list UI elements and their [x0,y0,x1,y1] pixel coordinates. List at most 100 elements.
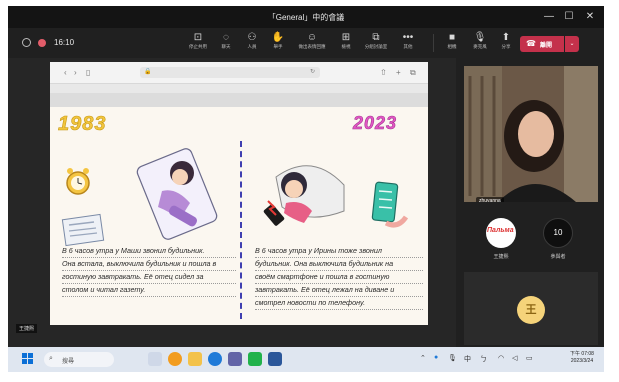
browser-toolbar: ‹ › ▯ 🔒 ↻ ⇧ + ⧉ [50,62,428,84]
chrome-icon[interactable] [168,352,182,366]
back-icon[interactable]: ‹ [64,68,67,77]
phone-icon: ☎ [526,39,536,48]
mic-off-icon: 🎙 [473,32,487,43]
story-line: В 6 часов утра у Ирины тоже звонил [255,245,423,258]
lock-icon: 🔒 [144,69,152,75]
story-line: столом и читал газету. [62,284,236,297]
window-title: 「General」中的會議 [267,13,345,22]
leave-button[interactable]: ☎ 離開 [520,36,564,52]
slide-header-strip [50,93,428,107]
leave-dropdown-button[interactable]: ⌄ [565,36,579,52]
story-line: смотрел новости по телефону. [255,297,423,310]
title-bar: 「General」中的會議 — ☐ ✕ [8,6,604,28]
meeting-timer: 16:10 [54,38,75,47]
toolbar-divider [433,34,434,52]
participant-video[interactable]: zhuyanna [464,66,598,202]
more-icon: ••• [402,32,414,43]
chat-icon: ◌ [223,32,229,43]
raise-hand-icon: ✋ [271,32,285,43]
more-participants-count[interactable]: 10 [543,218,573,248]
story-line: В 6 часов утра у Маши звонил будильник. [62,245,236,258]
wifi-icon[interactable]: ◠ [498,354,504,362]
breakout-rooms-icon: ⧉ [372,32,380,43]
edge-icon[interactable] [208,352,222,366]
story-line: завтракать. Её отец лежал на диване и [255,284,423,297]
maximize-button[interactable]: ☐ [561,9,577,25]
people-button[interactable]: ⚇ 人員 [238,31,266,57]
input-language[interactable]: 中 [464,354,471,364]
file-explorer-icon[interactable] [188,352,202,366]
word-icon[interactable] [268,352,282,366]
story-line: гостиную завтракать. Её отец сидел за [62,271,236,284]
volume-icon[interactable]: ◁ [512,354,517,362]
more-button[interactable]: ••• 其他 [394,31,422,57]
mic-tray-icon[interactable]: 🎙 [448,354,457,362]
story-line: будильник. Она выключила будильник на [255,258,423,271]
self-name-badge: 王捷熙 [16,324,38,333]
participant-name: 參與者 [550,254,566,260]
self-avatar: 王 [517,296,545,324]
share-screen-icon: ⬆ [501,32,511,43]
stop-sharing-button[interactable]: ⊡ 停止共用 [184,31,212,57]
newspaper-icon [61,213,105,247]
avatar-logo: Пальма [487,227,514,234]
new-tab-icon[interactable]: + [396,68,401,77]
story-1983: В 6 часов утра у Маши звонил будильник. … [62,245,236,297]
alarm-clock-icon [66,168,90,195]
search-icon: ⌕ [49,355,53,362]
smartphone-icon [371,181,409,228]
shield-icon [22,38,31,47]
breakout-rooms-button[interactable]: ⧉ 分組討論室 [362,31,390,57]
onedrive-icon[interactable]: ● [434,354,438,361]
mic-button[interactable]: 🎙 麥克風 [466,31,494,57]
keyboard-icon[interactable]: ㄅ [480,354,487,364]
close-button[interactable]: ✕ [582,9,598,25]
battery-icon[interactable]: ▭ [526,354,533,362]
raise-hand-button[interactable]: ✋ 舉手 [264,31,292,57]
girl-with-phone-illustration [263,165,345,226]
camera-icon: ■ [448,32,456,43]
self-view-tile[interactable]: 王 [464,272,598,345]
line-icon[interactable] [248,352,262,366]
taskbar-search[interactable]: ⌕ 搜尋 [44,352,114,367]
reactions-button[interactable]: ☺ 做出表情回應 [298,31,326,57]
forward-icon[interactable]: › [74,68,77,77]
story-line: Она встала, выключила будильник и пошла … [62,258,236,271]
tabs-overview-icon[interactable]: ⧉ [410,68,416,78]
clock-date: 2023/3/24 [570,358,594,364]
sleeping-girl-illustration [136,148,218,240]
share-page-icon[interactable]: ⇧ [380,68,387,77]
camera-button[interactable]: ■ 相機 [438,31,466,57]
story-2023: В 6 часов утра у Ирины тоже звонил будил… [255,245,423,310]
participants-panel: zhuyanna Пальма 王捷熙 10 參與者 王 [456,58,604,347]
view-button[interactable]: ⊞ 檢視 [332,31,360,57]
share-button[interactable]: ⬆ 分享 [492,31,520,57]
windows-taskbar: ⌕ 搜尋 ⌃ ● 🎙 中 ㄅ ◠ ◁ ▭ 下午 07:08 2023/3/24 [8,347,604,372]
shared-content-stage: ‹ › ▯ 🔒 ↻ ⇧ + ⧉ 1983 2023 В 6 часов утра… [8,58,456,347]
browser-tab-strip [50,84,428,93]
video-feed [464,66,598,202]
address-bar[interactable]: 🔒 ↻ [140,67,320,78]
presentation-slide: 1983 2023 В 6 часов утра у Маши звонил б… [50,107,428,325]
teams-window: 「General」中的會議 — ☐ ✕ 16:10 ⊡ 停止共用 ◌ 聊天 ⚇ … [8,6,604,372]
tray-chevron-icon[interactable]: ⌃ [420,354,426,362]
chevron-down-icon: ⌄ [569,41,575,47]
people-icon: ⚇ [247,32,257,43]
video-name-tag: zhuyanna [476,197,504,202]
share-icon: ⊡ [193,32,203,43]
system-clock[interactable]: 下午 07:08 2023/3/24 [563,351,601,365]
view-icon: ⊞ [341,32,351,43]
widgets-icon[interactable] [148,352,162,366]
meeting-toolbar: 16:10 ⊡ 停止共用 ◌ 聊天 ⚇ 人員 ✋ 舉手 ☺ 做出表情回應 ⊞ 檢… [8,28,604,58]
sidebar-icon[interactable]: ▯ [86,68,90,77]
chat-button[interactable]: ◌ 聊天 [212,31,240,57]
slide-divider [240,141,242,319]
windows-start-icon[interactable] [22,353,34,365]
clock-time: 下午 07:08 [570,351,594,357]
avatar[interactable]: Пальма [486,218,516,248]
reload-icon[interactable]: ↻ [310,68,315,75]
teams-icon[interactable] [228,352,242,366]
minimize-button[interactable]: — [541,9,557,25]
recording-icon [38,39,46,47]
reactions-icon: ☺ [306,32,318,43]
